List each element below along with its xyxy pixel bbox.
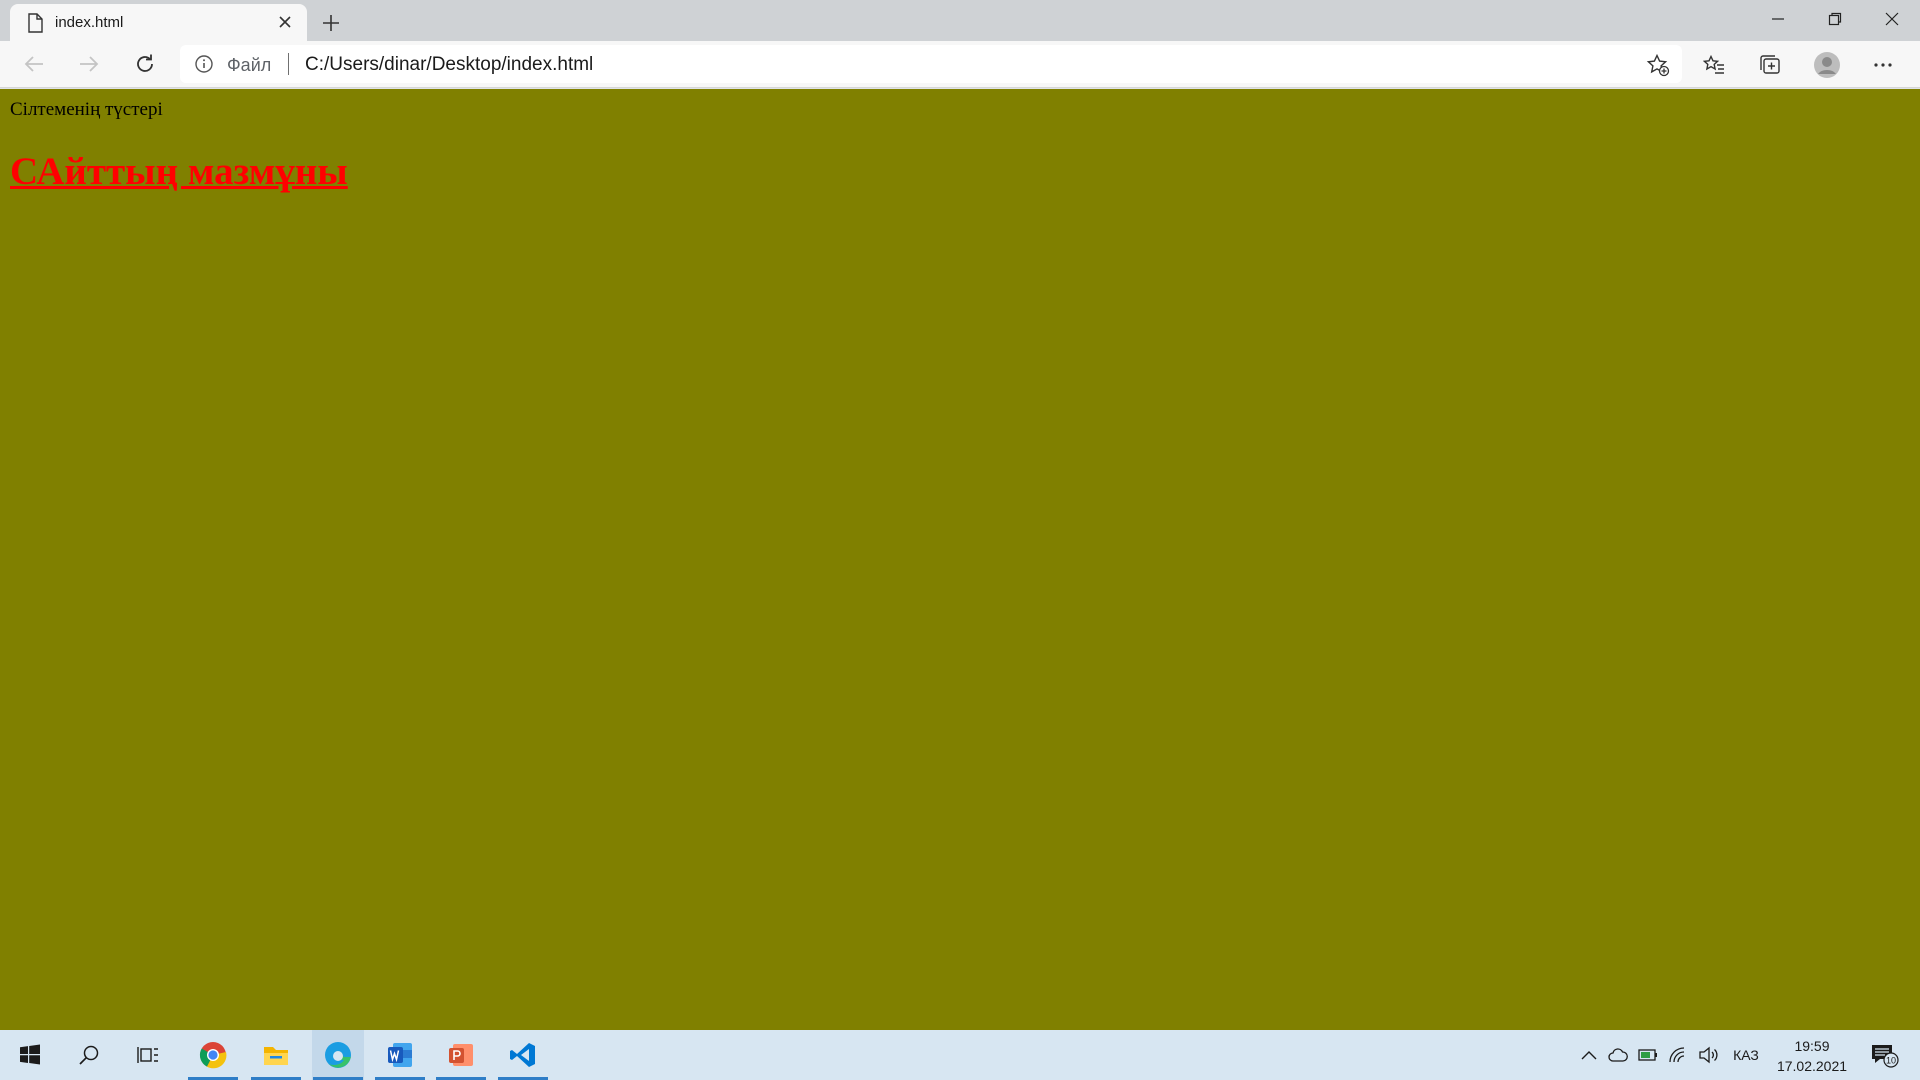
tab-index-html[interactable]: index.html xyxy=(10,4,307,41)
powerpoint-icon xyxy=(449,1044,473,1066)
vscode-icon xyxy=(510,1043,535,1067)
avatar xyxy=(1814,52,1840,78)
profile-button[interactable] xyxy=(1810,48,1844,82)
collections-icon xyxy=(1760,55,1780,74)
search-icon xyxy=(79,1045,99,1065)
back-button[interactable] xyxy=(16,46,52,82)
system-clock[interactable]: 19:59 17.02.2021 xyxy=(1770,1036,1854,1076)
minimize-icon xyxy=(1772,18,1784,20)
favorites-icon xyxy=(1703,54,1724,74)
edge-icon xyxy=(325,1042,351,1068)
minimize-button[interactable] xyxy=(1750,0,1806,38)
more-icon xyxy=(1874,63,1892,67)
action-center-button[interactable]: 10 xyxy=(1871,1044,1899,1068)
arrow-left-icon xyxy=(24,56,43,72)
taskbar-chrome[interactable] xyxy=(187,1030,239,1080)
chrome-icon xyxy=(199,1042,227,1069)
collections-button[interactable] xyxy=(1753,48,1787,82)
taskbar-word[interactable] xyxy=(374,1030,426,1080)
browser-toolbar: Файл C:/Users/dinar/Desktop/index.html xyxy=(0,41,1920,88)
settings-more-button[interactable] xyxy=(1866,48,1900,82)
restore-button[interactable] xyxy=(1807,0,1863,38)
cloud-icon xyxy=(1608,1048,1628,1062)
show-hidden-icons-button[interactable] xyxy=(1576,1030,1602,1080)
url-text[interactable]: C:/Users/dinar/Desktop/index.html xyxy=(305,54,593,76)
clock-time: 19:59 xyxy=(1794,1038,1830,1054)
start-button[interactable] xyxy=(4,1030,56,1080)
notification-icon: 10 xyxy=(1872,1045,1899,1068)
page-icon xyxy=(26,13,44,33)
taskbar-file-explorer[interactable] xyxy=(250,1030,302,1080)
clock-date: 17.02.2021 xyxy=(1776,1058,1848,1074)
close-icon xyxy=(1885,12,1899,26)
chevron-up-icon xyxy=(1581,1051,1597,1060)
reload-icon xyxy=(137,54,153,72)
close-window-button[interactable] xyxy=(1864,0,1920,38)
tab-strip: index.html xyxy=(0,0,1920,41)
arrow-right-icon xyxy=(80,56,99,72)
task-view-icon xyxy=(137,1047,158,1063)
battery-icon xyxy=(1638,1049,1657,1061)
favorites-button[interactable] xyxy=(1697,48,1731,82)
restore-icon xyxy=(1828,12,1842,26)
info-icon[interactable] xyxy=(194,54,214,74)
taskbar: КАЗ 19:59 17.02.2021 10 xyxy=(0,1030,1920,1080)
taskbar-powerpoint[interactable] xyxy=(435,1030,487,1080)
url-scheme-label: Файл xyxy=(227,55,272,75)
search-button[interactable] xyxy=(63,1030,115,1080)
taskbar-vscode[interactable] xyxy=(497,1030,549,1080)
wifi-icon xyxy=(1669,1047,1685,1063)
tray-battery[interactable] xyxy=(1635,1030,1661,1080)
tab-title: index.html xyxy=(55,14,124,31)
address-bar[interactable]: Файл C:/Users/dinar/Desktop/index.html xyxy=(180,45,1682,83)
forward-button[interactable] xyxy=(71,46,107,82)
word-icon xyxy=(388,1043,412,1067)
url-separator xyxy=(288,53,289,75)
tray-volume[interactable] xyxy=(1695,1030,1721,1080)
plus-icon xyxy=(323,15,339,31)
reload-button[interactable] xyxy=(127,46,163,82)
page-paragraph: Сілтеменің түстері xyxy=(10,99,163,120)
page-viewport: Сілтеменің түстері САйттың мазмұны xyxy=(0,89,1920,1030)
file-explorer-icon xyxy=(264,1047,288,1065)
tray-onedrive[interactable] xyxy=(1605,1030,1631,1080)
speaker-icon xyxy=(1699,1046,1718,1064)
new-tab-button[interactable] xyxy=(316,8,346,38)
input-language-indicator[interactable]: КАЗ xyxy=(1728,1030,1764,1080)
taskbar-edge[interactable] xyxy=(312,1030,364,1080)
windows-start-icon xyxy=(20,1044,40,1065)
heading-link[interactable]: САйттың мазмұны xyxy=(10,149,348,194)
notification-count: 10 xyxy=(1886,1056,1896,1066)
close-tab-icon[interactable] xyxy=(275,12,295,32)
task-view-button[interactable] xyxy=(122,1030,174,1080)
tray-network[interactable] xyxy=(1665,1030,1691,1080)
add-favorite-icon[interactable] xyxy=(1646,53,1670,77)
